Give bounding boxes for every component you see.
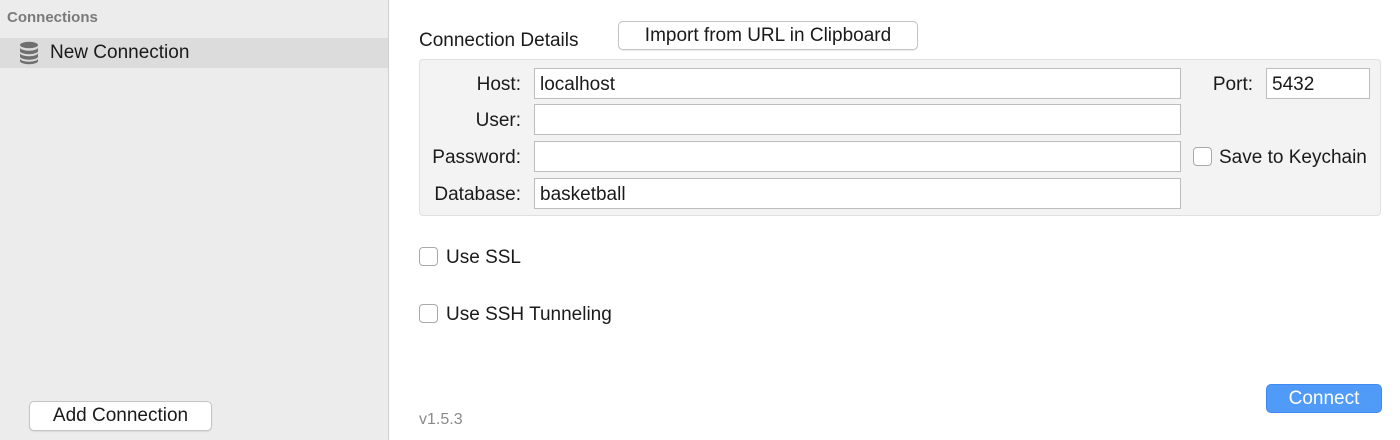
save-keychain-label: Save to Keychain [1219,147,1367,168]
add-connection-button[interactable]: Add Connection [29,401,212,431]
connection-details-title: Connection Details [419,30,579,51]
sidebar: Connections New Connection Add Connectio… [0,0,389,440]
use-ssl-checkbox[interactable] [419,247,438,266]
password-label: Password: [432,147,521,168]
use-ssl-label: Use SSL [446,247,521,268]
use-ssh-label: Use SSH Tunneling [446,304,612,325]
database-icon [19,41,39,65]
port-label: Port: [1212,74,1253,95]
password-input[interactable] [534,141,1181,172]
save-keychain-checkbox[interactable] [1193,147,1212,166]
connect-button[interactable]: Connect [1266,384,1382,413]
user-input[interactable] [534,104,1181,135]
sidebar-item-new-connection[interactable]: New Connection [0,38,388,68]
host-input[interactable] [534,68,1181,99]
database-label: Database: [434,184,521,205]
sidebar-header: Connections [7,9,98,26]
import-from-url-button[interactable]: Import from URL in Clipboard [618,21,918,50]
sidebar-item-label: New Connection [50,42,190,63]
version-label: v1.5.3 [419,411,463,428]
use-ssh-checkbox[interactable] [419,304,438,323]
port-input[interactable] [1266,68,1370,99]
app-window: Connections New Connection Add Connectio… [0,0,1400,440]
user-label: User: [475,110,521,131]
database-input[interactable] [534,178,1181,209]
host-label: Host: [476,74,521,95]
